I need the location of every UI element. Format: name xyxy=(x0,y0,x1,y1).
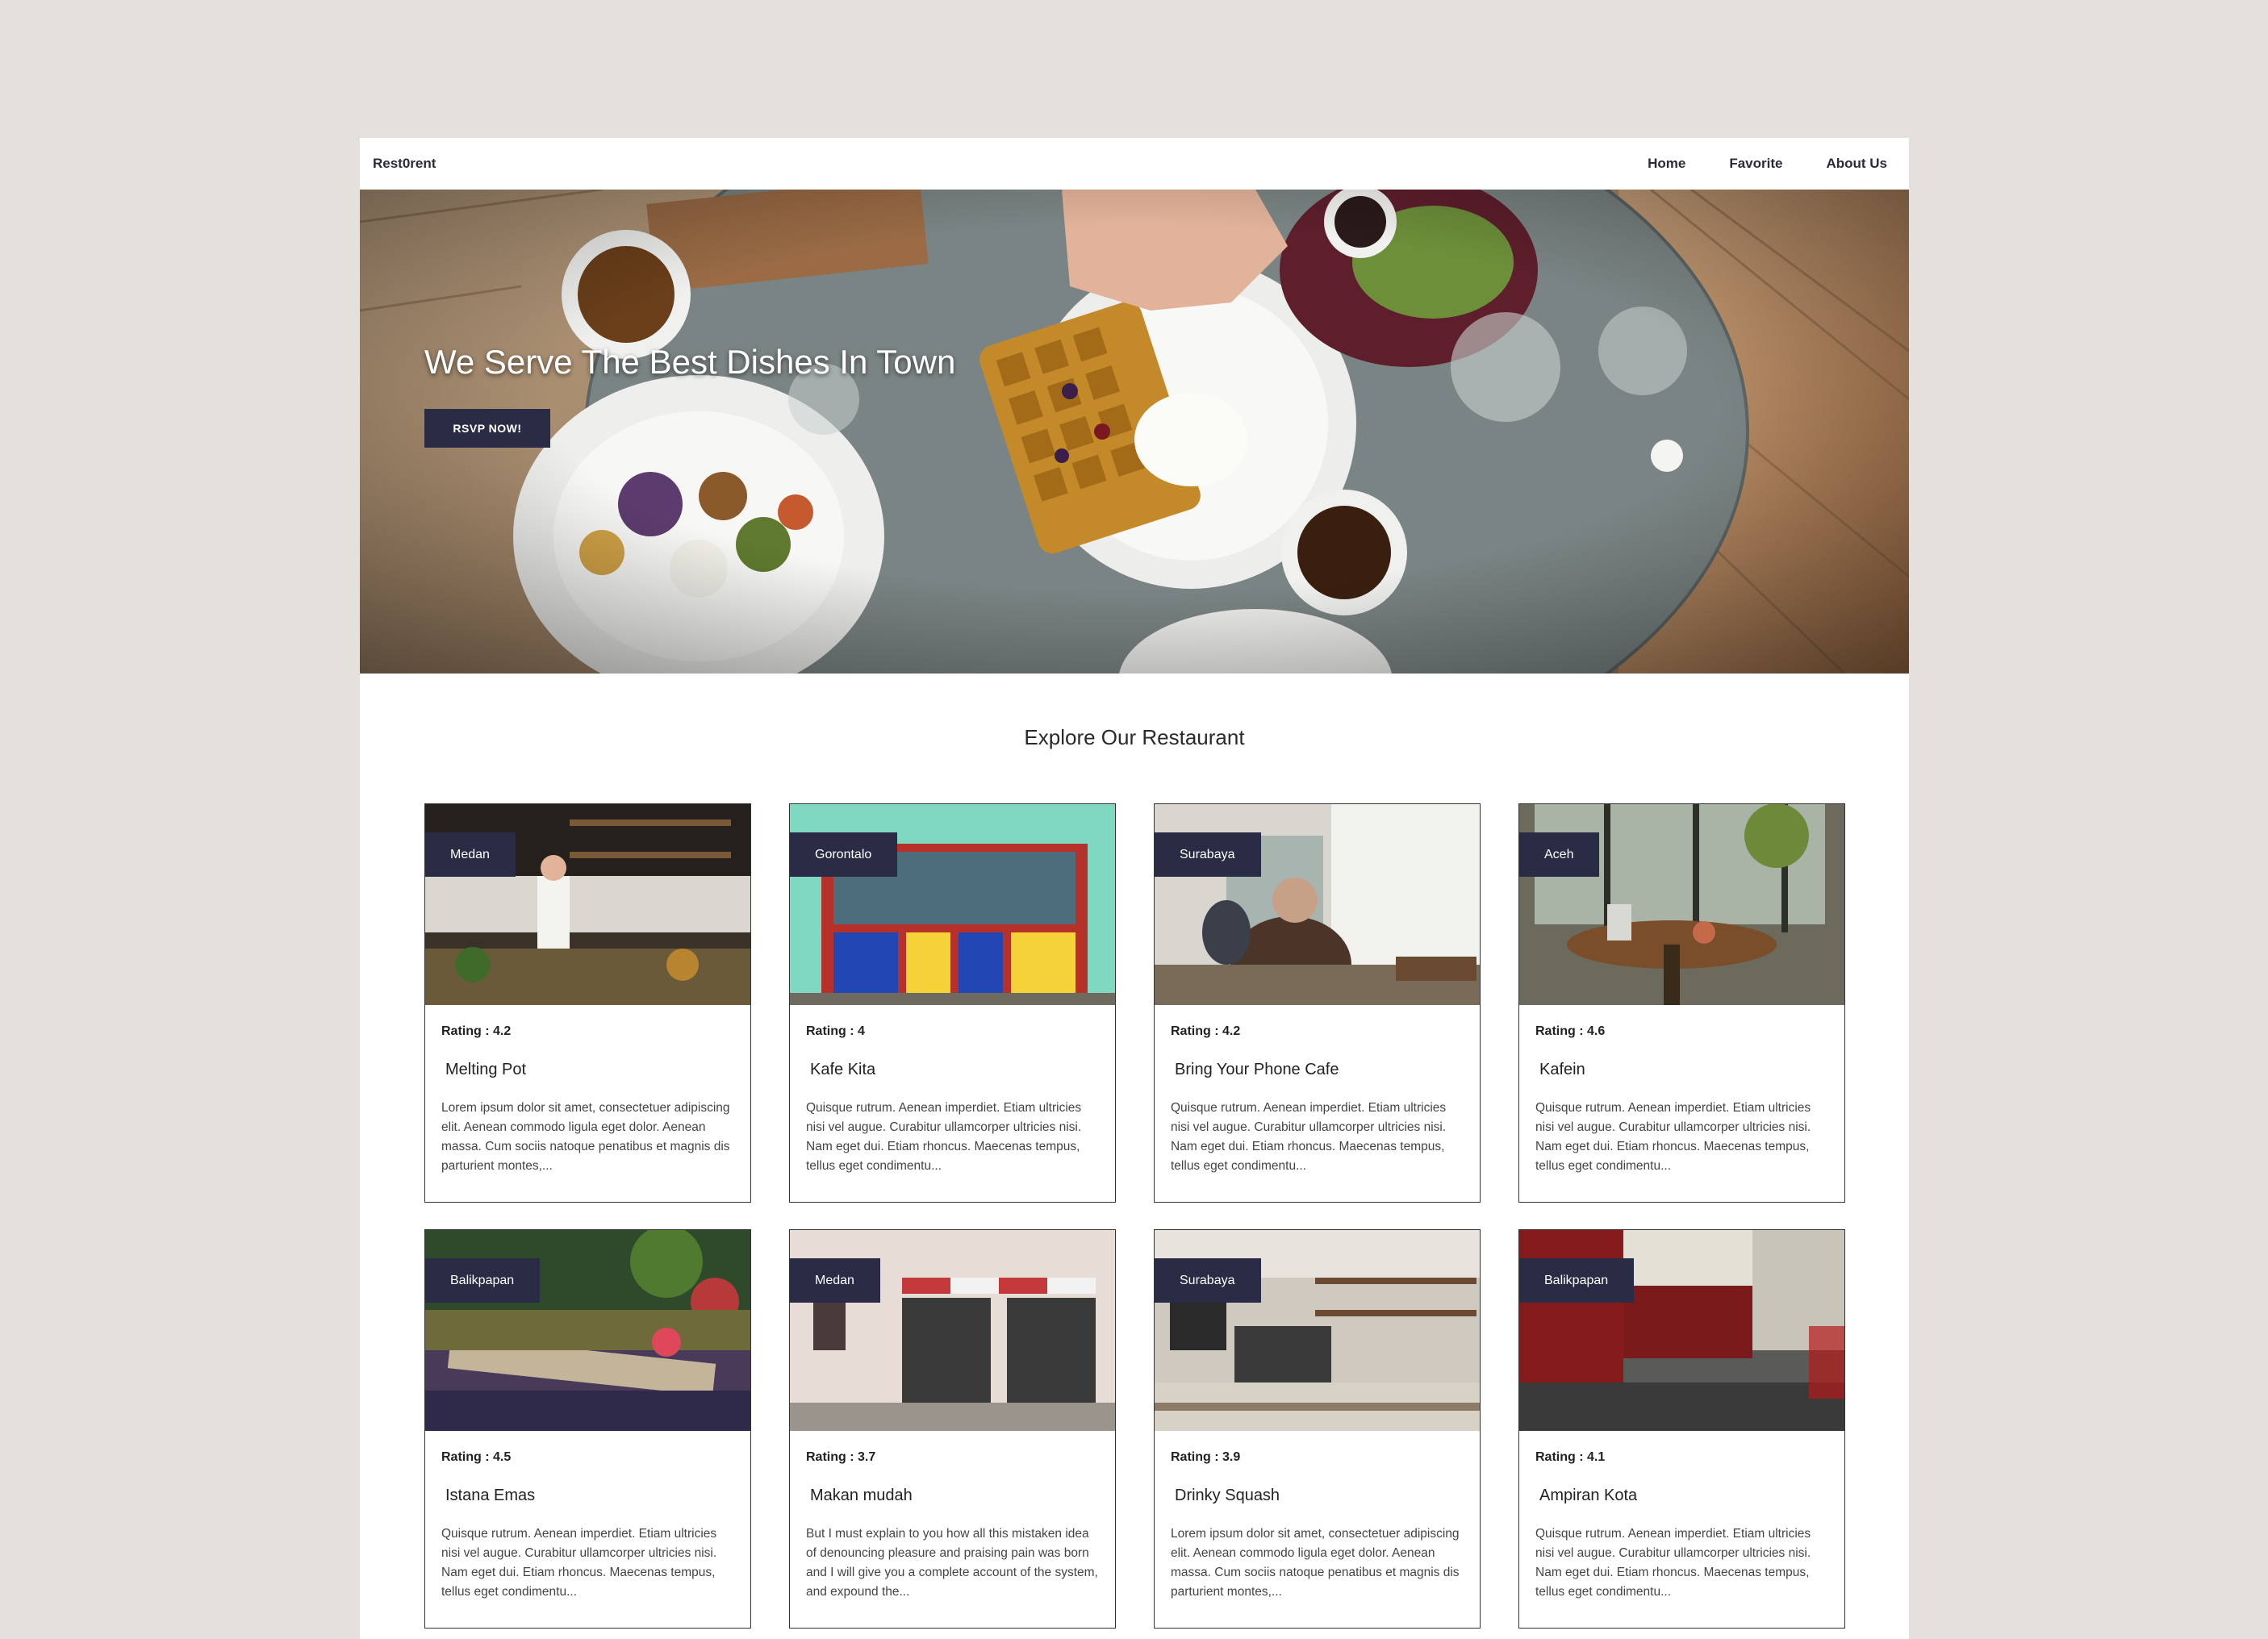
rating-text: Rating : 4.6 xyxy=(1535,1024,1606,1038)
restaurant-name[interactable]: Istana Emas xyxy=(445,1487,535,1505)
section-title: Explore Our Restaurant xyxy=(1024,725,1245,749)
city-badge: Aceh xyxy=(1519,832,1600,877)
nav-link-about-us[interactable]: About Us xyxy=(1804,138,1909,190)
restaurant-description: Quisque rutrum. Aenean imperdiet. Etiam … xyxy=(1535,1527,1811,1599)
city-badge: Gorontalo xyxy=(790,832,898,877)
restaurant-description: Quisque rutrum. Aenean imperdiet. Etiam … xyxy=(1535,1101,1811,1173)
restaurant-description: But I must explain to you how all this m… xyxy=(806,1527,1098,1599)
rating-text: Rating : 4.5 xyxy=(441,1450,512,1464)
restaurant-description: Quisque rutrum. Aenean imperdiet. Etiam … xyxy=(1171,1101,1447,1173)
restaurant-description: Quisque rutrum. Aenean imperdiet. Etiam … xyxy=(806,1101,1082,1173)
rating-text: Rating : 4 xyxy=(806,1024,865,1038)
rating-text: Rating : 3.9 xyxy=(1171,1450,1241,1464)
rating-text: Rating : 3.7 xyxy=(806,1450,876,1464)
nav-links: Home Favorite About Us xyxy=(1626,138,1909,190)
restaurant-name[interactable]: Kafe Kita xyxy=(810,1061,875,1079)
rsvp-button[interactable]: RSVP NOW! xyxy=(424,409,550,448)
restaurant-name[interactable]: Kafein xyxy=(1539,1061,1585,1079)
navbar: Rest0rent Home Favorite About Us xyxy=(360,138,1909,190)
restaurant-description: Quisque rutrum. Aenean imperdiet. Etiam … xyxy=(441,1527,717,1599)
restaurant-name[interactable]: Makan mudah xyxy=(810,1487,913,1505)
restaurant-name[interactable]: Ampiran Kota xyxy=(1539,1487,1637,1505)
brand-logo[interactable]: Rest0rent xyxy=(373,138,436,190)
restaurant-card[interactable]: Balikpapan Rating : 4.1 Ampiran Kota Qui… xyxy=(1518,1229,1845,1629)
restaurant-description: Lorem ipsum dolor sit amet, consectetuer… xyxy=(441,1101,730,1173)
city-badge: Surabaya xyxy=(1155,832,1261,877)
restaurant-name[interactable]: Drinky Squash xyxy=(1175,1487,1280,1505)
hero-image xyxy=(360,190,1909,674)
restaurant-card[interactable]: Balikpapan Rating : 4.5 Istana Emas Quis… xyxy=(424,1229,751,1629)
restaurant-card[interactable]: Surabaya Rating : 3.9 Drinky Squash Lore… xyxy=(1154,1229,1481,1629)
city-badge: Medan xyxy=(790,1258,880,1303)
restaurant-card[interactable]: Gorontalo Rating : 4 Kafe Kita Quisque r… xyxy=(789,803,1116,1203)
city-badge: Balikpapan xyxy=(425,1258,541,1303)
city-badge: Surabaya xyxy=(1155,1258,1261,1303)
rating-text: Rating : 4.2 xyxy=(441,1024,512,1038)
restaurant-name[interactable]: Bring Your Phone Cafe xyxy=(1175,1061,1339,1079)
hero-banner: We Serve The Best Dishes In Town RSVP NO… xyxy=(360,190,1909,674)
city-badge: Medan xyxy=(425,832,516,877)
restaurant-description: Lorem ipsum dolor sit amet, consectetuer… xyxy=(1171,1527,1460,1599)
rating-text: Rating : 4.1 xyxy=(1535,1450,1606,1464)
hero-title: We Serve The Best Dishes In Town xyxy=(424,343,956,381)
restaurant-card[interactable]: Aceh Rating : 4.6 Kafein Quisque rutrum.… xyxy=(1518,803,1845,1203)
nav-link-home[interactable]: Home xyxy=(1626,138,1707,190)
rating-text: Rating : 4.2 xyxy=(1171,1024,1241,1038)
city-badge: Balikpapan xyxy=(1519,1258,1635,1303)
page: Rest0rent Home Favorite About Us We Serv… xyxy=(360,138,1909,1639)
restaurant-card[interactable]: Surabaya Rating : 4.2 Bring Your Phone C… xyxy=(1154,803,1481,1203)
restaurant-card[interactable]: Medan Rating : 3.7 Makan mudah But I mus… xyxy=(789,1229,1116,1629)
restaurant-card[interactable]: Medan Rating : 4.2 Melting Pot Lorem ips… xyxy=(424,803,751,1203)
restaurant-name[interactable]: Melting Pot xyxy=(445,1061,526,1079)
nav-link-favorite[interactable]: Favorite xyxy=(1707,138,1804,190)
